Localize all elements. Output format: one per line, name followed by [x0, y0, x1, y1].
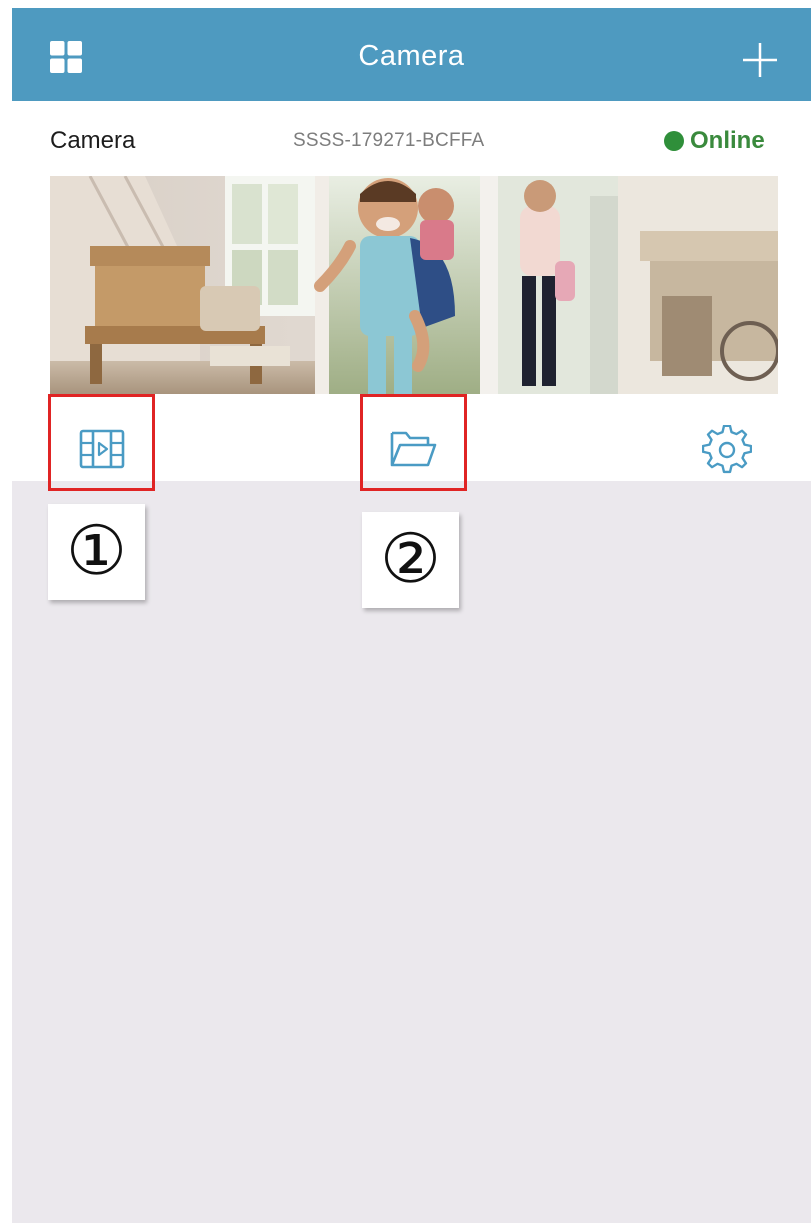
app-bar: Camera — [12, 8, 811, 101]
settings-button[interactable] — [701, 424, 753, 475]
highlight-files — [360, 394, 467, 491]
step-1-badge: ① — [48, 504, 145, 600]
step-1-label: ① — [66, 512, 127, 591]
step-2-badge: ② — [362, 512, 459, 608]
camera-preview[interactable] — [50, 176, 778, 394]
gear-icon — [701, 424, 753, 474]
status-badge: Online — [664, 127, 765, 155]
page-title: Camera — [358, 40, 465, 72]
highlight-playback — [48, 394, 155, 491]
camera-uid: SSSS-179271-BCFFA — [293, 130, 485, 151]
status-text: Online — [690, 127, 765, 154]
app-screen: Camera Camera SSSS-179271-BCFFA Online ①… — [12, 8, 811, 1223]
plus-icon[interactable] — [741, 41, 779, 79]
step-2-label: ② — [380, 520, 441, 599]
camera-name: Camera — [50, 127, 136, 154]
status-dot-icon — [664, 131, 684, 151]
